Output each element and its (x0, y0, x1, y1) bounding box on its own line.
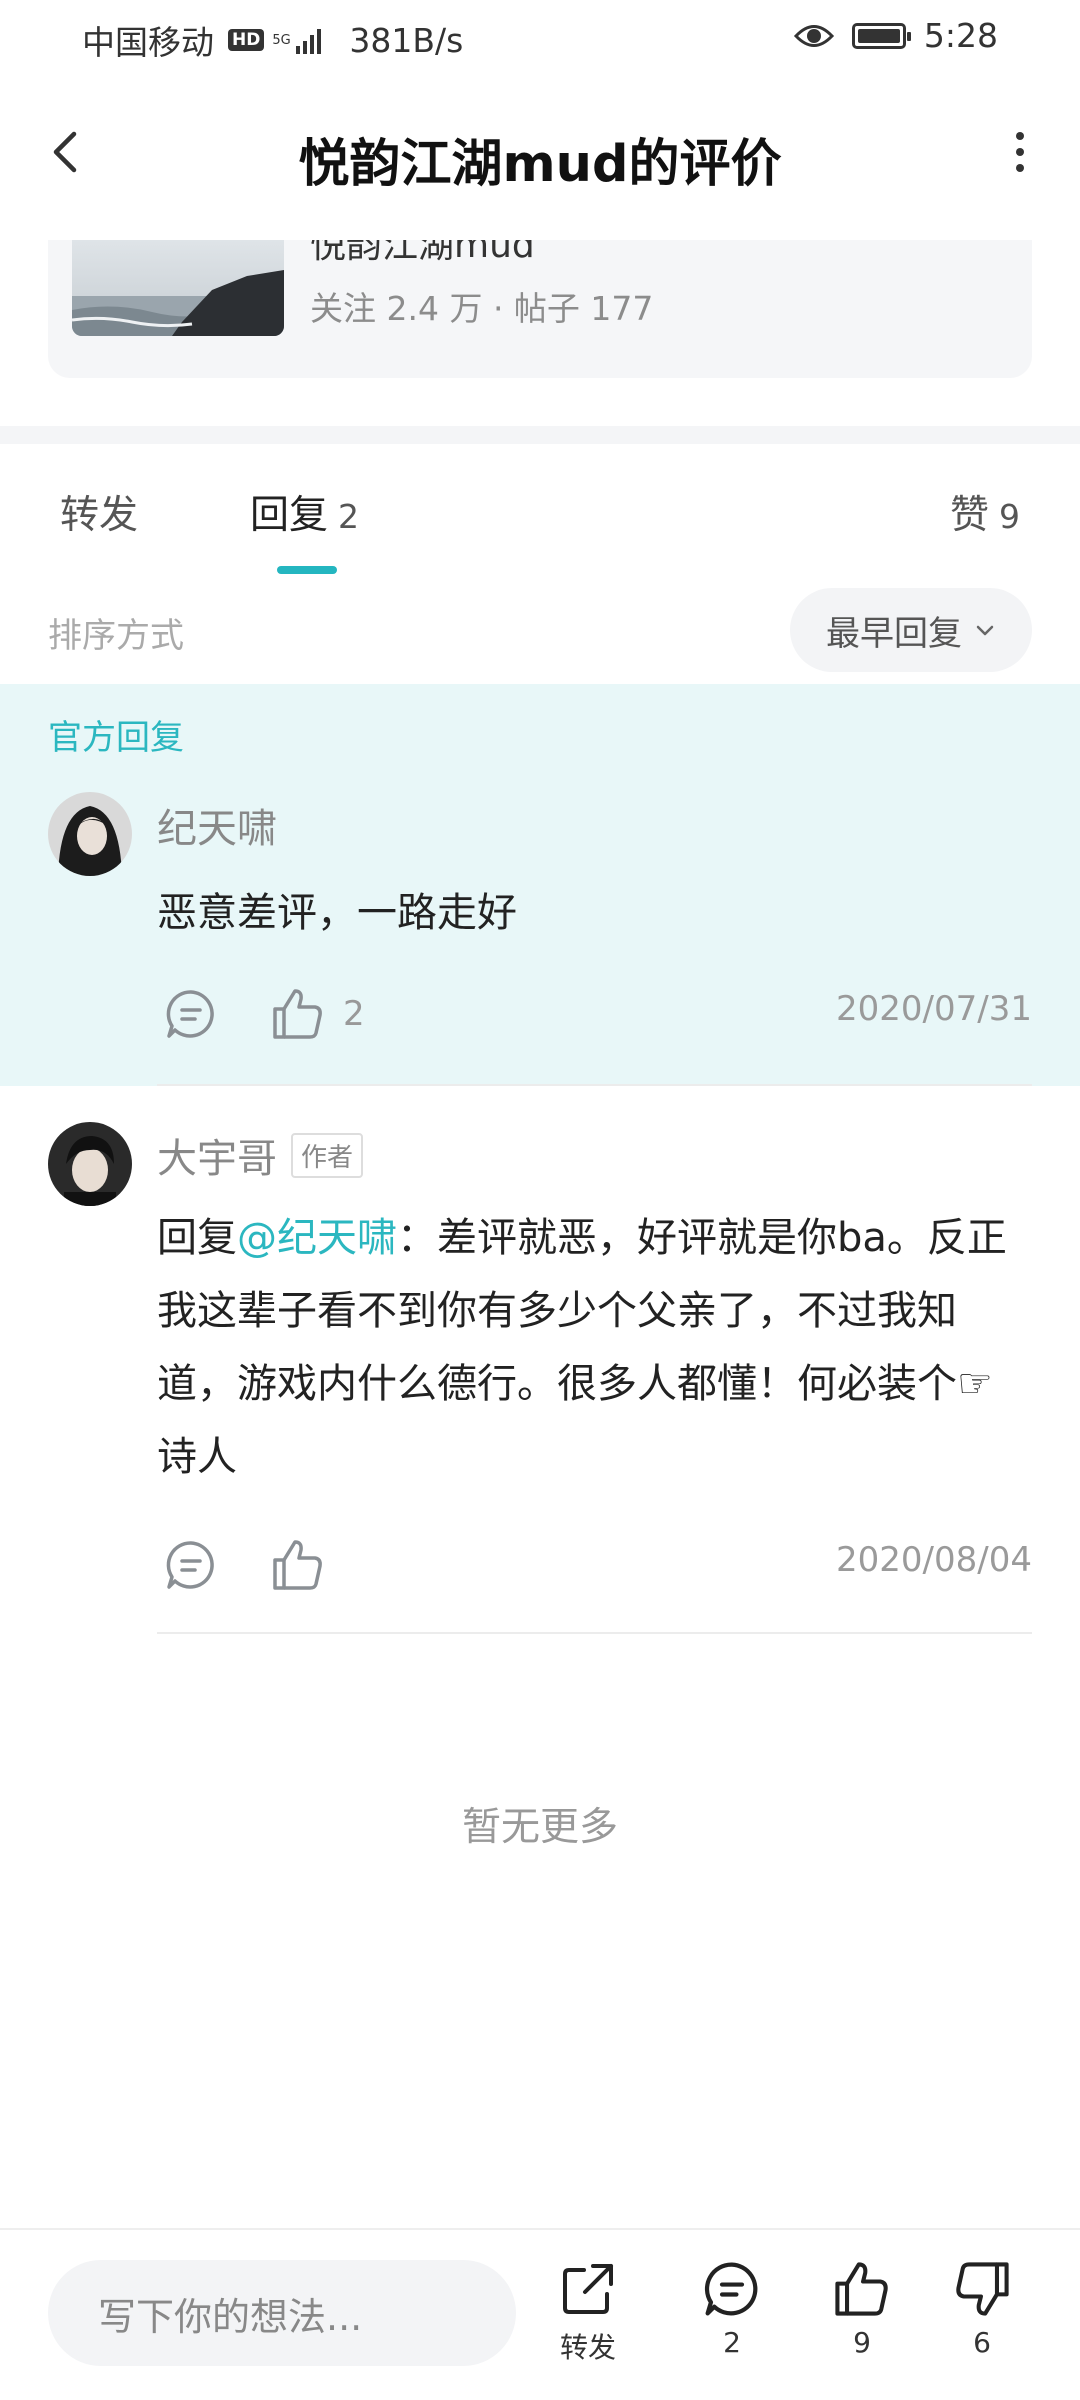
like-button[interactable] (269, 1530, 343, 1600)
tab-repost-label: 转发 (60, 493, 139, 538)
battery-icon (851, 22, 911, 49)
tab-likes-count: 9 (999, 497, 1020, 536)
comment-text: 回复@纪天啸：差评就恶，好评就是你ba。反正我这辈子看不到你有多少个父亲了，不过… (157, 1202, 1007, 1494)
avatar[interactable] (48, 792, 132, 876)
clock: 5:28 (923, 16, 998, 55)
dislike-button[interactable]: 6 (932, 2258, 1032, 2378)
network-speed: 381B/s (349, 20, 464, 60)
comment-bubble-icon (704, 2262, 758, 2316)
comment-bubble-icon (166, 1541, 214, 1589)
tab-replies-label: 回复 (250, 493, 329, 538)
status-bar: 中国移动 HD 5G 381B/s 5:28 (0, 0, 1080, 76)
bottom-action-bar: 写下你的想法... 转发 2 9 6 (0, 2228, 1080, 2400)
comment-author[interactable]: 纪天啸 (157, 796, 277, 854)
game-name: 悦韵江湖mud (310, 240, 535, 266)
tab-bar: 转发 回复 2 赞9 (0, 444, 1080, 584)
reply-button[interactable] (163, 1530, 219, 1600)
share-label: 转发 (559, 2331, 616, 2364)
signal-icon (296, 26, 322, 54)
author-badge: 作者 (291, 1132, 364, 1178)
tab-replies[interactable]: 回复 2 (250, 484, 359, 540)
like-button[interactable]: 2 (269, 979, 365, 1049)
comment-actions: 2 2020/07/31 (157, 979, 1032, 1049)
game-card[interactable]: 悦韵江湖mud 关注 2.4 万 · 帖子 177 (48, 240, 1032, 378)
comment-date: 2020/08/04 (836, 1540, 1032, 1580)
network-type: 5G (272, 32, 291, 48)
game-thumbnail (72, 240, 284, 336)
comment-input[interactable]: 写下你的想法... (48, 2260, 516, 2366)
author-name: 纪天啸 (157, 806, 277, 852)
tab-repost[interactable]: 转发 (60, 484, 138, 540)
sort-selected-value: 最早回复 (826, 613, 962, 654)
chevron-down-icon (976, 625, 994, 636)
comment-item: 纪天啸 恶意差评，一路走好 2 2020/07/31 (0, 684, 1080, 1086)
avatar[interactable] (48, 1122, 132, 1206)
title-bar: 悦韵江湖mud的评价 (0, 100, 1080, 210)
comment-actions: 2020/08/04 (157, 1530, 1032, 1600)
like-count: 2 (343, 994, 365, 1034)
more-vertical-icon (1016, 132, 1024, 172)
comment-input-placeholder: 写下你的想法... (98, 2294, 363, 2339)
game-stats: 关注 2.4 万 · 帖子 177 (310, 289, 654, 328)
author-name: 大宇哥 (157, 1136, 277, 1182)
eye-icon (793, 24, 834, 47)
hd-badge: HD (228, 29, 265, 51)
more-options-button[interactable] (990, 122, 1050, 182)
sort-row: 排序方式 最早回复 (0, 584, 1080, 684)
carrier-name: 中国移动 (82, 23, 214, 62)
thumbs-up-icon (835, 2262, 888, 2316)
share-button[interactable]: 转发 (538, 2258, 638, 2378)
thumbs-up-icon (273, 989, 322, 1039)
thumbs-up-icon (273, 1540, 322, 1590)
status-right: 5:28 (793, 16, 998, 55)
comment-divider (157, 1632, 1032, 1634)
tab-likes[interactable]: 赞9 (950, 484, 1020, 540)
comment-bubble-icon (166, 990, 214, 1038)
comment-date: 2020/07/31 (836, 989, 1032, 1029)
dislike-count: 6 (973, 2326, 991, 2359)
like-count: 9 (853, 2326, 871, 2359)
comment-item: 大宇哥 作者 回复@纪天啸：差评就恶，好评就是你ba。反正我这辈子看不到你有多少… (0, 1086, 1080, 1646)
reply-prefix: 回复 (157, 1215, 237, 1261)
like-button[interactable]: 9 (812, 2258, 912, 2378)
tab-likes-label: 赞 (949, 493, 989, 538)
reply-button[interactable] (163, 979, 219, 1049)
comment-text: 恶意差评，一路走好 (157, 890, 517, 936)
comment-count: 2 (723, 2326, 741, 2359)
mention-link[interactable]: @纪天啸 (237, 1215, 397, 1261)
no-more-text: 暂无更多 (461, 1805, 618, 1850)
status-left: 中国移动 HD 5G 381B/s (82, 16, 463, 64)
sort-label: 排序方式 (48, 616, 184, 656)
section-divider (0, 426, 1080, 444)
thumbs-down-icon (956, 2262, 1009, 2316)
active-tab-indicator (277, 566, 337, 574)
sort-dropdown[interactable]: 最早回复 (790, 588, 1032, 672)
tab-replies-count: 2 (338, 497, 360, 536)
comments-button[interactable]: 2 (682, 2258, 782, 2378)
page-title: 悦韵江湖mud的评价 (298, 135, 782, 194)
comment-author[interactable]: 大宇哥 作者 (157, 1126, 364, 1184)
share-icon (563, 2264, 613, 2314)
